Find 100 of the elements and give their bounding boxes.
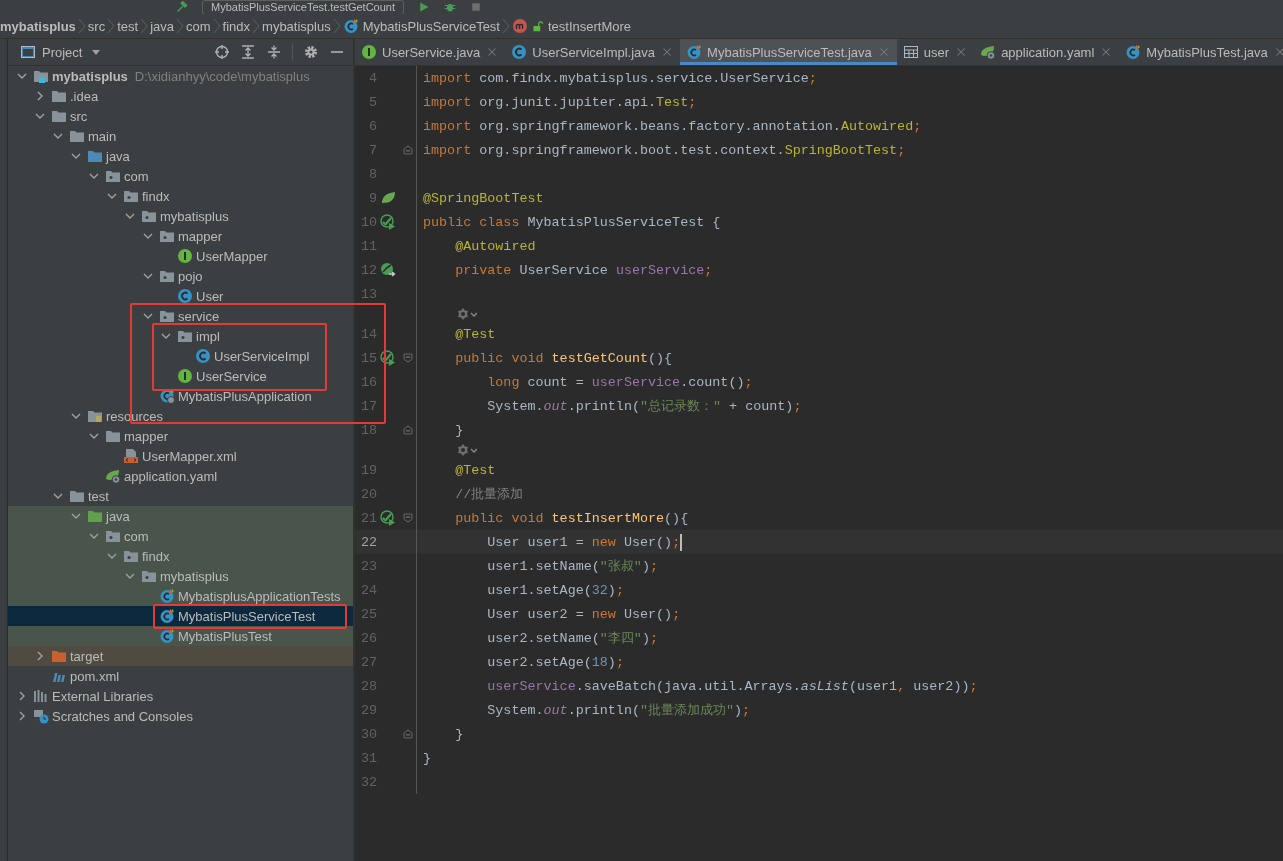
code-line: public class MybatisPlusServiceTest { xyxy=(422,214,721,230)
tree-item[interactable]: application.yaml xyxy=(8,466,353,486)
separator-icon xyxy=(332,17,341,35)
breadcrumb[interactable]: findx xyxy=(220,18,253,34)
tree-item[interactable]: MybatisplusApplicationTests xyxy=(8,586,353,606)
tree-item[interactable]: UserMapper.xml xyxy=(8,446,353,466)
code-line: @Autowired xyxy=(454,238,536,254)
stop-icon[interactable] xyxy=(470,1,483,13)
breadcrumb[interactable]: src xyxy=(85,18,108,34)
package-folder-icon xyxy=(159,228,175,244)
tree-item[interactable]: mapper xyxy=(8,226,353,246)
editor-tab[interactable]: MybatisPlusTest.java xyxy=(1119,39,1283,65)
tree-item[interactable]: pom.xml xyxy=(8,666,353,686)
editor-tab[interactable]: UserServiceImpl.java xyxy=(505,39,681,65)
tree-item[interactable]: UserServiceImpl xyxy=(8,346,353,366)
tree-item[interactable]: target xyxy=(8,646,353,666)
tree-item[interactable]: MybatisPlusApplication xyxy=(8,386,353,406)
breadcrumb[interactable]: mybatisplus xyxy=(0,18,78,34)
code-line: } xyxy=(422,750,432,766)
tree-item[interactable]: mybatisplus xyxy=(8,566,353,586)
tree-item[interactable]: findx xyxy=(8,546,353,566)
locate-icon[interactable] xyxy=(214,44,230,60)
line-number: 14 xyxy=(359,326,377,342)
interface-icon xyxy=(177,368,193,384)
breadcrumb[interactable]: mybatisplus xyxy=(260,18,333,34)
run-configuration-dropdown[interactable]: MybatisPlusServiceTest.testGetCount xyxy=(202,0,405,15)
settings-icon[interactable] xyxy=(303,44,319,60)
line-number: 15 xyxy=(359,350,377,366)
line-number: 25 xyxy=(359,606,377,622)
bean-icon[interactable] xyxy=(380,262,396,278)
tree-item[interactable]: pojo xyxy=(8,266,353,286)
test-class-icon xyxy=(1125,44,1142,60)
tree-item[interactable]: MybatisPlusServiceTest xyxy=(8,606,353,626)
tree-item[interactable]: UserService xyxy=(8,366,353,386)
code-line: System.out.println("批量添加成功"); xyxy=(486,702,751,719)
collapse-all-icon[interactable] xyxy=(266,44,282,60)
scratch-file-icon xyxy=(33,708,49,724)
table-icon xyxy=(902,44,919,60)
editor-tab[interactable]: user xyxy=(896,39,975,65)
gear-chevron-icon[interactable] xyxy=(455,442,477,458)
line-number: 13 xyxy=(359,286,377,302)
tree-item[interactable]: mybatisplus xyxy=(8,206,353,226)
leaf-icon[interactable] xyxy=(380,190,396,206)
tree-item[interactable]: service xyxy=(8,306,353,326)
debug-icon[interactable] xyxy=(444,1,457,13)
editor-tab[interactable]: UserService.java xyxy=(355,39,506,65)
tree-item[interactable]: External Libraries xyxy=(8,686,353,706)
code-line: public void testGetCount(){ xyxy=(454,350,673,366)
code-line: User user1 = new User(); xyxy=(486,533,683,551)
method-icon xyxy=(512,18,528,34)
tree-item[interactable]: MybatisPlusTest xyxy=(8,626,353,646)
folder-icon xyxy=(69,128,85,144)
line-number: 9 xyxy=(367,190,377,206)
editor-tab[interactable]: application.yaml xyxy=(974,39,1120,65)
expand-all-icon[interactable] xyxy=(240,44,256,60)
code-line: @SpringBootTest xyxy=(422,190,544,206)
folder-icon xyxy=(51,108,67,124)
line-number: 28 xyxy=(359,678,377,694)
test-folder-icon xyxy=(87,508,103,524)
breadcrumb[interactable]: test xyxy=(115,18,141,34)
separator-icon xyxy=(502,17,510,35)
tree-item[interactable]: test xyxy=(8,486,353,506)
separator-icon xyxy=(212,17,221,35)
tree-item[interactable]: java xyxy=(8,146,353,166)
run-icon[interactable] xyxy=(380,510,396,526)
tree-item[interactable]: UserMapper xyxy=(8,246,353,266)
build-icon[interactable] xyxy=(176,1,188,13)
tree-item[interactable]: mybatisplus D:\xidianhyy\code\mybatisplus xyxy=(8,66,353,86)
code-line: import org.springframework.boot.test.context.SpringBootTest; xyxy=(422,142,906,158)
code-line: @Test xyxy=(454,326,496,342)
breadcrumb[interactable]: com xyxy=(184,18,213,34)
tree-item[interactable]: java xyxy=(8,506,353,526)
tree-item[interactable]: main xyxy=(8,126,353,146)
editor-tab[interactable]: MybatisPlusServiceTest.java xyxy=(680,39,897,65)
run-icon[interactable] xyxy=(380,214,396,230)
tree-item[interactable]: Scratches and Consoles xyxy=(8,706,353,726)
tree-item[interactable]: User xyxy=(8,286,353,306)
breadcrumb[interactable]: java xyxy=(148,18,177,34)
folder-icon xyxy=(105,428,121,444)
code-line: import org.springframework.beans.factory.annotation.Autowired; xyxy=(422,118,922,134)
package-folder-icon xyxy=(105,168,121,184)
resources-folder-icon xyxy=(87,408,103,424)
leaf-gear-icon xyxy=(105,468,121,484)
breadcrumb[interactable]: MybatisPlusServiceTest xyxy=(340,18,502,34)
separator-icon xyxy=(140,17,149,35)
project-view-selector[interactable]: Project xyxy=(20,44,107,60)
tree-item[interactable]: findx xyxy=(8,186,353,206)
tree-item[interactable]: .idea xyxy=(8,86,353,106)
tree-item[interactable]: com xyxy=(8,166,353,186)
line-number: 16 xyxy=(359,374,377,390)
line-number: 27 xyxy=(359,654,377,670)
line-number: 30 xyxy=(359,726,377,742)
breadcrumb[interactable]: testInsertMore xyxy=(510,18,634,34)
tree-item[interactable]: mapper xyxy=(8,426,353,446)
tree-item[interactable]: src xyxy=(8,106,353,126)
tree-item[interactable]: com xyxy=(8,526,353,546)
run-icon[interactable] xyxy=(380,350,396,366)
gear-chevron-icon[interactable] xyxy=(455,306,477,322)
code-line: @Test xyxy=(454,462,496,478)
tree-item[interactable]: impl xyxy=(8,326,353,346)
